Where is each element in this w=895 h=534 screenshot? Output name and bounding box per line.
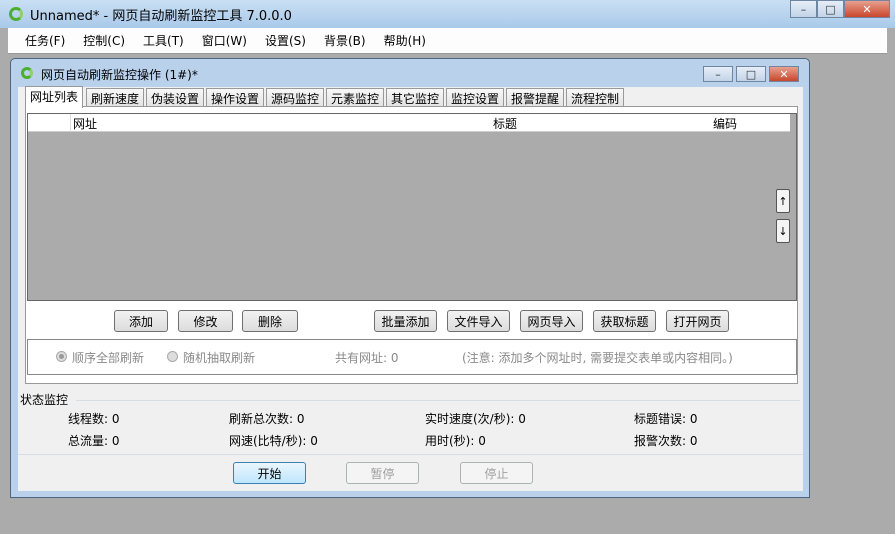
random-radio[interactable] xyxy=(167,351,178,362)
pause-button[interactable]: 暂停 xyxy=(346,462,419,484)
edit-button[interactable]: 修改 xyxy=(178,310,233,332)
tab-source-monitor[interactable]: 源码监控 xyxy=(266,88,325,107)
column-encoding[interactable]: 编码 xyxy=(713,115,737,132)
title-errors: 标题错误: 0 xyxy=(634,412,698,426)
total-traffic: 总流量: 0 xyxy=(68,434,120,448)
column-url[interactable]: 网址 xyxy=(73,115,97,132)
close-button[interactable]: ✕ xyxy=(844,0,890,18)
add-button[interactable]: 添加 xyxy=(114,310,168,332)
start-button[interactable]: 开始 xyxy=(233,462,306,484)
tab-panel: 网址 标题 编码 ↑ ↓ 添加 修改 删除 批量添加 文件导入 网页导入 获取标… xyxy=(25,106,798,384)
tab-other-monitor[interactable]: 其它监控 xyxy=(386,88,445,107)
alarm-count: 报警次数: 0 xyxy=(634,434,698,448)
move-down-button[interactable]: ↓ xyxy=(776,219,790,243)
batch-add-button[interactable]: 批量添加 xyxy=(374,310,437,332)
window-title: Unnamed* - 网页自动刷新监控工具 7.0.0.0 xyxy=(30,9,292,24)
status-section-label: 状态监控 xyxy=(20,393,69,407)
child-title: 网页自动刷新监控操作 (1#)* xyxy=(41,68,198,82)
child-icon xyxy=(21,67,33,79)
menu-bar: 任务(F) 控制(C) 工具(T) 窗口(W) 设置(S) 背景(B) 帮助(H… xyxy=(8,28,887,54)
total-urls: 共有网址: 0 xyxy=(335,351,399,365)
tab-disguise[interactable]: 伪装设置 xyxy=(146,88,205,107)
tab-flow-control[interactable]: 流程控制 xyxy=(566,88,625,107)
note-text: (注意: 添加多个网址时, 需要提交表单或内容相同。) xyxy=(462,351,733,365)
move-up-button[interactable]: ↑ xyxy=(776,189,790,213)
tab-monitor-settings[interactable]: 监控设置 xyxy=(446,88,505,107)
web-import-button[interactable]: 网页导入 xyxy=(520,310,583,332)
tab-url-list[interactable]: 网址列表 xyxy=(25,86,84,108)
list-header: 网址 标题 编码 xyxy=(28,114,790,132)
menu-tools[interactable]: 工具(T) xyxy=(134,32,193,49)
tab-operation[interactable]: 操作设置 xyxy=(206,88,265,107)
net-speed: 网速(比特/秒): 0 xyxy=(229,434,318,448)
tab-element-monitor[interactable]: 元素监控 xyxy=(326,88,385,107)
maximize-button[interactable]: □ xyxy=(817,0,844,18)
delete-button[interactable]: 删除 xyxy=(242,310,298,332)
random-label[interactable]: 随机抽取刷新 xyxy=(183,349,255,366)
get-title-button[interactable]: 获取标题 xyxy=(593,310,656,332)
column-title[interactable]: 标题 xyxy=(493,115,517,132)
menu-settings[interactable]: 设置(S) xyxy=(256,32,315,49)
menu-window[interactable]: 窗口(W) xyxy=(193,32,256,49)
app-icon xyxy=(9,7,23,21)
tab-refresh-speed[interactable]: 刷新速度 xyxy=(86,88,145,107)
file-import-button[interactable]: 文件导入 xyxy=(447,310,510,332)
open-page-button[interactable]: 打开网页 xyxy=(666,310,729,332)
child-window: 网页自动刷新监控操作 (1#)* – □ ✕ 网址列表 刷新速度 伪装设置 操作… xyxy=(10,58,810,498)
stop-button[interactable]: 停止 xyxy=(460,462,533,484)
thread-count: 线程数: 0 xyxy=(68,412,120,426)
menu-control[interactable]: 控制(C) xyxy=(74,32,134,49)
sequential-label[interactable]: 顺序全部刷新 xyxy=(72,349,144,366)
menu-background[interactable]: 背景(B) xyxy=(315,32,375,49)
realtime-speed: 实时速度(次/秒): 0 xyxy=(425,412,526,426)
menu-help[interactable]: 帮助(H) xyxy=(375,32,435,49)
tab-alarm[interactable]: 报警提醒 xyxy=(506,88,565,107)
minimize-button[interactable]: – xyxy=(790,0,817,18)
url-list[interactable]: 网址 标题 编码 ↑ ↓ xyxy=(27,113,797,301)
refresh-total: 刷新总次数: 0 xyxy=(229,412,305,426)
child-close-button[interactable]: ✕ xyxy=(769,66,799,82)
child-content: 网址列表 刷新速度 伪装设置 操作设置 源码监控 元素监控 其它监控 监控设置 … xyxy=(18,86,803,491)
child-minimize-button[interactable]: – xyxy=(703,66,733,82)
elapsed-time: 用时(秒): 0 xyxy=(425,434,486,448)
refresh-mode-group: 顺序全部刷新 随机抽取刷新 共有网址: 0 (注意: 添加多个网址时, 需要提交… xyxy=(27,339,797,375)
child-maximize-button[interactable]: □ xyxy=(736,66,766,82)
sequential-radio[interactable] xyxy=(56,351,67,362)
title-bar: Unnamed* - 网页自动刷新监控工具 7.0.0.0 – □ ✕ xyxy=(0,0,895,28)
menu-task[interactable]: 任务(F) xyxy=(16,32,74,49)
